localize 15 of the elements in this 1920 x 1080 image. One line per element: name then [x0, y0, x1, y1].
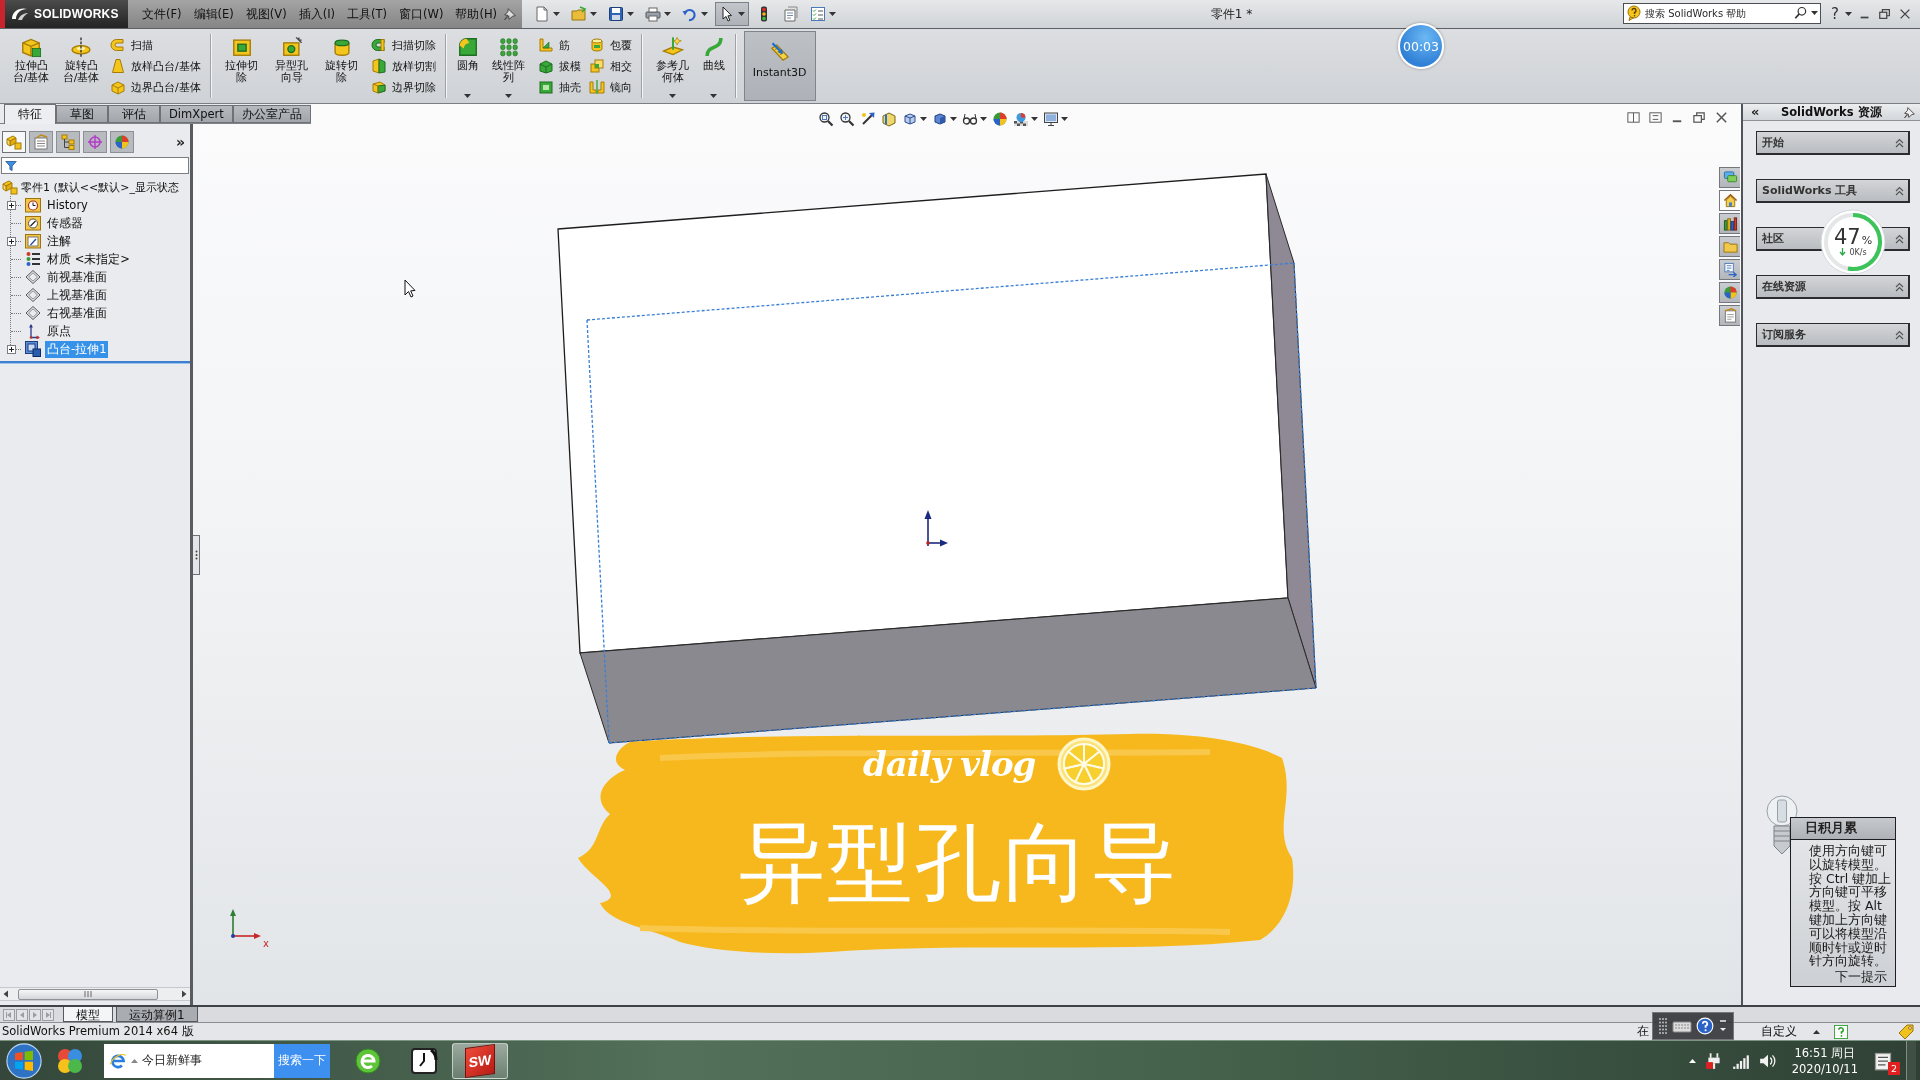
script-title: daily vlog [863, 744, 1036, 784]
product-name: SolidWorks Premium 2014 x64 版 [2, 1024, 194, 1039]
percent-unit: % [1861, 233, 1873, 247]
status-text: 在 [1637, 1024, 1649, 1039]
task-pane-title: SolidWorks 资源 [1779, 104, 1883, 120]
tip-text: 使用方向键可以旋转模型。按 Ctrl 键加上方向键可平移模型。按 Alt 键加上方向键可以将模型沿顺时针或逆时针方向旋转。 [1808, 842, 1893, 969]
sw-logo: SW [465, 1043, 495, 1078]
download-rate: 0K/s [1849, 247, 1867, 257]
axis-label: x [263, 938, 269, 949]
logo-text: SOLIDWORKS [34, 7, 119, 21]
document-title: 零件1 * [1210, 5, 1253, 23]
notification-badge: 2 [1888, 1061, 1900, 1075]
tip-title: 日积月累 [1791, 818, 1895, 840]
usage-percent: 47 [1833, 225, 1861, 248]
video-title: 异型孔向导 [739, 814, 1179, 910]
